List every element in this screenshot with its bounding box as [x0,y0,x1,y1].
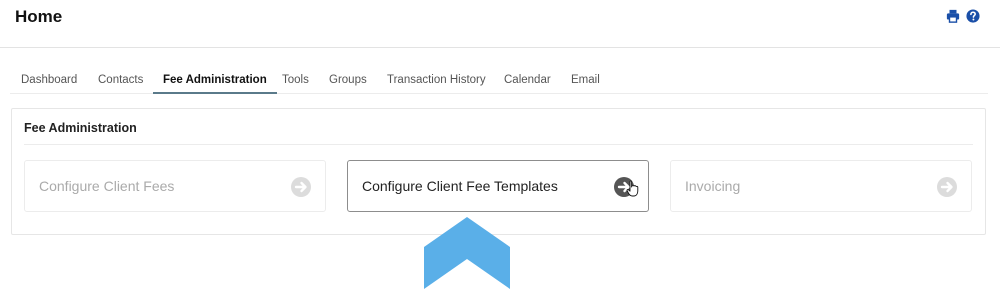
up-arrow-icon [424,217,510,289]
tab-groups[interactable]: Groups [329,66,367,94]
tab-fee-administration[interactable]: Fee Administration [153,66,277,94]
configure-client-fee-templates-card[interactable]: Configure Client Fee Templates [347,160,649,212]
tab-dashboard[interactable]: Dashboard [21,66,77,94]
help-icon[interactable] [966,9,980,23]
tab-bar: Dashboard Contacts Fee Administration To… [10,66,988,94]
tab-email[interactable]: Email [571,66,600,94]
arrow-circle-right-icon [291,177,311,197]
tab-contacts[interactable]: Contacts [98,66,143,94]
tab-calendar[interactable]: Calendar [504,66,551,94]
arrow-circle-right-icon [937,177,957,197]
header-actions [946,9,980,23]
panel-divider [24,144,973,145]
panel-title: Fee Administration [24,121,137,135]
hand-cursor-icon [626,180,639,197]
invoicing-card[interactable]: Invoicing [670,160,972,212]
card-label: Configure Client Fees [39,178,175,194]
card-label: Invoicing [685,178,741,194]
tab-transaction-history[interactable]: Transaction History [387,66,486,94]
configure-client-fees-card[interactable]: Configure Client Fees [24,160,326,212]
tab-tools[interactable]: Tools [282,66,309,94]
print-icon[interactable] [946,9,960,23]
fee-administration-panel: Fee Administration Configure Client Fees… [11,108,986,235]
card-label: Configure Client Fee Templates [362,178,558,194]
page-header: Home [0,0,1000,48]
page-title: Home [15,7,63,26]
